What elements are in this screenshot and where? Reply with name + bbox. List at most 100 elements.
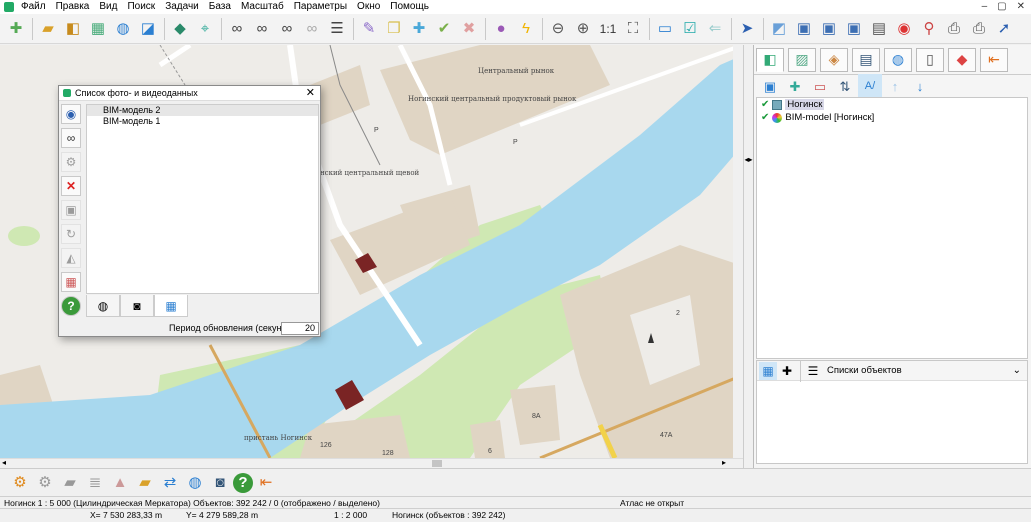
light-icon[interactable]: ◭ (61, 248, 81, 268)
dialog-close-button[interactable]: ✕ (306, 87, 315, 100)
object-add-icon[interactable]: ✚ (778, 362, 796, 380)
check-frame-icon[interactable]: ☑ (678, 17, 702, 41)
pin-route-icon[interactable]: ⚲ (917, 17, 941, 41)
bim-tab-icon[interactable]: ▦ (154, 295, 188, 317)
layer-tree[interactable]: ✔ Ногинск ✔ BIM-model [Ногинск] (756, 97, 1028, 359)
move-up-icon[interactable]: ↑ (883, 74, 907, 98)
text-a-icon[interactable]: ▤ (867, 17, 891, 41)
help-pointer-icon[interactable]: ➚ (992, 17, 1016, 41)
add-map-icon[interactable]: ▣ (758, 74, 782, 98)
check-icon[interactable]: ✔ (761, 99, 769, 110)
printer-icon[interactable]: ⎙ (942, 17, 966, 41)
new-document-icon[interactable]: ✚ (4, 17, 28, 41)
globe-refresh-icon[interactable]: ◍ (111, 17, 135, 41)
tab-image-icon[interactable]: ▨ (788, 47, 816, 72)
chevron-down-icon[interactable]: ⌄ (1013, 365, 1021, 376)
scroll-right-icon[interactable]: ▸ (722, 458, 726, 467)
menu-view[interactable]: Вид (94, 0, 122, 14)
scroll-thumb[interactable] (432, 460, 442, 467)
object-grid-icon[interactable]: ▦ (759, 361, 777, 380)
tab-globe-icon[interactable]: ◍ (884, 47, 912, 72)
bim-icon[interactable]: ▦ (86, 17, 110, 41)
view-eye-icon[interactable]: ◉ (61, 104, 81, 124)
list-item-bim-1[interactable]: BIM-модель 1 (87, 116, 318, 127)
binoculars-gray-icon[interactable]: ∞ (300, 17, 324, 41)
pointer-icon[interactable]: ➤ (735, 17, 759, 41)
folder-icon[interactable]: ▰ (58, 471, 82, 495)
layers-icon[interactable]: ◧ (61, 17, 85, 41)
database-icon[interactable]: ≣ (83, 471, 107, 495)
dialog-titlebar[interactable]: Список фото- и видеоданных ✕ (59, 86, 320, 101)
panel-splitter[interactable]: ◂▸ (743, 45, 753, 468)
add-object-icon[interactable]: ✚ (407, 17, 431, 41)
delete-icon[interactable]: ✕ (61, 176, 81, 196)
menu-search[interactable]: Поиск (122, 0, 160, 14)
close-button[interactable]: ✕ (1017, 0, 1025, 14)
map-monitor3-icon[interactable]: ▣ (842, 17, 866, 41)
binoculars-icon[interactable]: ∞ (225, 17, 249, 41)
check-object-icon[interactable]: ✔ (432, 17, 456, 41)
ball-icon[interactable]: ● (489, 17, 513, 41)
zoom-in-icon[interactable]: ⊕ (571, 17, 595, 41)
camera-sync-icon[interactable]: ◍ (183, 471, 207, 495)
tab-page-icon[interactable]: ▯ (916, 47, 944, 72)
delete-object-icon[interactable]: ✖ (457, 17, 481, 41)
help-icon[interactable]: ? (233, 472, 253, 493)
zoom-out-icon[interactable]: ⊖ (546, 17, 570, 41)
scale-1-1-icon[interactable]: 1:1 (596, 17, 620, 41)
menu-base[interactable]: База (204, 0, 236, 14)
menu-scale[interactable]: Масштаб (236, 0, 289, 14)
menu-tasks[interactable]: Задачи (160, 0, 204, 14)
menu-window[interactable]: Окно (352, 0, 385, 14)
folder-open-icon[interactable]: ▰ (133, 471, 157, 495)
fit-view-icon[interactable]: ⛶ (621, 17, 645, 41)
map-monitor2-icon[interactable]: ▣ (817, 17, 841, 41)
minimize-button[interactable]: – (982, 0, 988, 14)
move-down-icon[interactable]: ↓ (908, 74, 932, 98)
gear-cam-icon[interactable]: ⚙ (33, 471, 57, 495)
tab-map-layers-icon[interactable]: ◧ (756, 47, 784, 72)
back-arrow-icon[interactable]: ⇐ (703, 17, 727, 41)
layers-stack-icon[interactable]: ◆ (168, 17, 192, 41)
help-icon[interactable]: ? (61, 296, 81, 316)
save-icon[interactable]: ▣ (61, 200, 81, 220)
menu-edit[interactable]: Правка (51, 0, 95, 14)
sort-icon[interactable]: ⇅ (833, 74, 857, 98)
maximize-button[interactable]: ▢ (997, 0, 1006, 14)
select-cursor-icon[interactable]: ⌖ (193, 17, 217, 41)
data-sync-icon[interactable]: ⇄ (158, 471, 182, 495)
tab-diamond-icon[interactable]: ◆ (948, 47, 976, 72)
remove-sheet-icon[interactable]: ▭ (808, 74, 832, 98)
map-vertical-scrollbar[interactable] (733, 45, 743, 458)
list-item-bim-2[interactable]: BIM-модель 2 (87, 105, 318, 116)
frame-icon[interactable]: ▭ (653, 17, 677, 41)
tab-exit-icon[interactable]: ⇤ (980, 47, 1008, 72)
photo-icon[interactable]: ◙ (120, 295, 154, 317)
menu-file[interactable]: Файл (16, 0, 51, 14)
scroll-left-icon[interactable]: ◂ (2, 458, 6, 467)
map-monitor-icon[interactable]: ▣ (792, 17, 816, 41)
binoculars-icon[interactable]: ∞ (61, 128, 81, 148)
exit-icon[interactable]: ⇤ (254, 471, 278, 495)
check-icon[interactable]: ✔ (761, 112, 769, 123)
open-folder-icon[interactable]: ▰ (36, 17, 60, 41)
tab-document-icon[interactable]: ▤ (852, 47, 880, 72)
lightning-icon[interactable]: ϟ (514, 17, 538, 41)
refresh-icon[interactable]: ↻ (61, 224, 81, 244)
tab-3d-icon[interactable]: ◈ (820, 47, 848, 72)
menu-help[interactable]: Помощь (385, 0, 434, 14)
color-wheel-icon[interactable]: ◉ (892, 17, 916, 41)
copy-object-icon[interactable]: ❐ (382, 17, 406, 41)
map-info-icon[interactable]: ◩ (767, 17, 791, 41)
globe-doc-icon[interactable]: ◪ (136, 17, 160, 41)
palette-icon[interactable]: ▦ (61, 272, 81, 292)
binoculars-dots-icon[interactable]: ∞ (275, 17, 299, 41)
camera-settings-icon[interactable]: ⚙ (61, 152, 81, 172)
list-icon[interactable]: ☰ (325, 17, 349, 41)
edit-object-icon[interactable]: ✎ (357, 17, 381, 41)
media-list[interactable]: BIM-модель 2 BIM-модель 1 (86, 104, 319, 294)
period-input[interactable]: 20 (281, 322, 319, 335)
map-horizontal-scrollbar[interactable]: ◂ ▸ (0, 458, 743, 468)
settings-gear-icon[interactable]: ⚙ (8, 471, 32, 495)
object-list-icon[interactable]: ☰ (804, 362, 822, 380)
